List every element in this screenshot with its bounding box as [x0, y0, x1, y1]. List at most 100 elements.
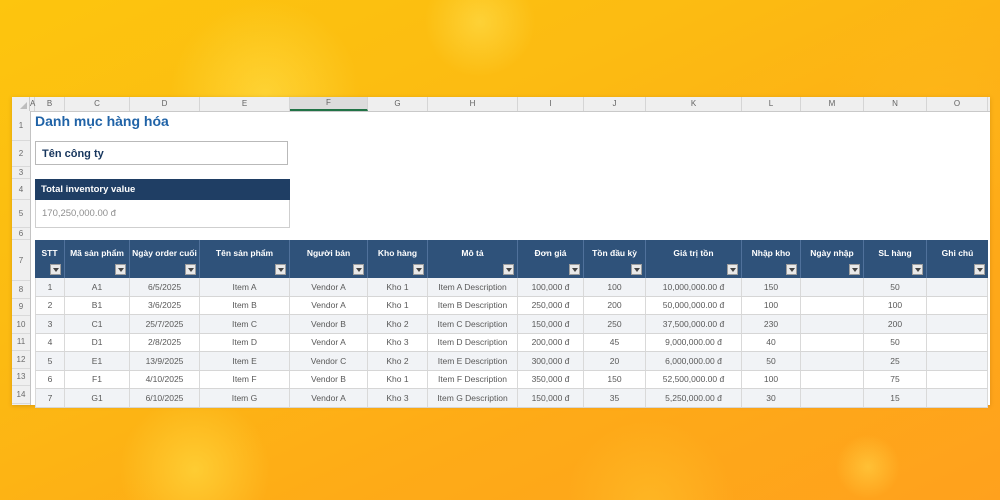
- table-cell[interactable]: 50,000,000.00 đ: [646, 296, 742, 314]
- table-cell[interactable]: 200: [864, 315, 927, 333]
- table-cell[interactable]: Item G Description: [428, 389, 518, 407]
- table-cell[interactable]: Item C: [200, 315, 290, 333]
- table-cell[interactable]: Vendor B: [290, 370, 368, 388]
- table-cell[interactable]: 50: [864, 278, 927, 296]
- table-cell[interactable]: Kho 3: [368, 333, 428, 351]
- filter-dropdown-icon[interactable]: [727, 264, 738, 275]
- table-cell[interactable]: E1: [65, 352, 130, 370]
- table-cell[interactable]: 4/10/2025: [130, 370, 200, 388]
- table-cell[interactable]: 100: [742, 296, 801, 314]
- table-header-cell[interactable]: Mô tả: [428, 240, 518, 278]
- table-cell[interactable]: 5,250,000.00 đ: [646, 389, 742, 407]
- table-cell[interactable]: 9,000,000.00 đ: [646, 333, 742, 351]
- table-cell[interactable]: 30: [742, 389, 801, 407]
- table-cell[interactable]: 150,000 đ: [518, 389, 584, 407]
- table-cell[interactable]: Kho 3: [368, 389, 428, 407]
- column-header-c[interactable]: C: [65, 97, 130, 111]
- table-cell[interactable]: 3: [35, 315, 65, 333]
- table-header-cell[interactable]: SL hàng: [864, 240, 927, 278]
- column-header-l[interactable]: L: [742, 97, 801, 111]
- filter-dropdown-icon[interactable]: [275, 264, 286, 275]
- filter-dropdown-icon[interactable]: [631, 264, 642, 275]
- column-header-m[interactable]: M: [801, 97, 864, 111]
- table-cell[interactable]: Kho 2: [368, 315, 428, 333]
- table-cell[interactable]: Vendor A: [290, 278, 368, 296]
- table-cell[interactable]: 10,000,000.00 đ: [646, 278, 742, 296]
- table-cell[interactable]: 75: [864, 370, 927, 388]
- table-cell[interactable]: 300,000 đ: [518, 352, 584, 370]
- table-cell[interactable]: 200,000 đ: [518, 333, 584, 351]
- row-header-11[interactable]: 11: [12, 334, 30, 351]
- filter-dropdown-icon[interactable]: [786, 264, 797, 275]
- filter-dropdown-icon[interactable]: [413, 264, 424, 275]
- filter-dropdown-icon[interactable]: [353, 264, 364, 275]
- table-cell[interactable]: 6,000,000.00 đ: [646, 352, 742, 370]
- filter-dropdown-icon[interactable]: [503, 264, 514, 275]
- table-cell[interactable]: 5: [35, 352, 65, 370]
- column-header-i[interactable]: I: [518, 97, 584, 111]
- table-cell[interactable]: 50: [742, 352, 801, 370]
- column-header-j[interactable]: J: [584, 97, 646, 111]
- table-cell[interactable]: 35: [584, 389, 646, 407]
- table-cell[interactable]: Item D: [200, 333, 290, 351]
- row-header-9[interactable]: 9: [12, 299, 30, 316]
- table-header-cell[interactable]: Nhập kho: [742, 240, 801, 278]
- table-cell[interactable]: 4: [35, 333, 65, 351]
- row-header-3[interactable]: 3: [12, 167, 30, 179]
- row-header-7[interactable]: 7: [12, 240, 30, 281]
- table-cell[interactable]: 100: [584, 278, 646, 296]
- row-header-12[interactable]: 12: [12, 351, 30, 369]
- filter-dropdown-icon[interactable]: [849, 264, 860, 275]
- table-cell[interactable]: 200: [584, 296, 646, 314]
- table-cell[interactable]: 150,000 đ: [518, 315, 584, 333]
- filter-dropdown-icon[interactable]: [974, 264, 985, 275]
- table-cell[interactable]: 25/7/2025: [130, 315, 200, 333]
- table-cell[interactable]: Kho 1: [368, 370, 428, 388]
- column-header-n[interactable]: N: [864, 97, 927, 111]
- table-cell[interactable]: [801, 370, 864, 388]
- table-cell[interactable]: Item C Description: [428, 315, 518, 333]
- table-cell[interactable]: [801, 352, 864, 370]
- row-header-2[interactable]: 2: [12, 141, 30, 167]
- table-cell[interactable]: 2: [35, 296, 65, 314]
- table-cell[interactable]: 13/9/2025: [130, 352, 200, 370]
- filter-dropdown-icon[interactable]: [50, 264, 61, 275]
- table-cell[interactable]: [927, 296, 988, 314]
- table-cell[interactable]: [927, 370, 988, 388]
- table-cell[interactable]: B1: [65, 296, 130, 314]
- table-cell[interactable]: 20: [584, 352, 646, 370]
- table-cell[interactable]: [927, 333, 988, 351]
- table-cell[interactable]: 6/10/2025: [130, 389, 200, 407]
- table-cell[interactable]: G1: [65, 389, 130, 407]
- table-cell[interactable]: Item B: [200, 296, 290, 314]
- table-cell[interactable]: [927, 278, 988, 296]
- table-cell[interactable]: 7: [35, 389, 65, 407]
- table-cell[interactable]: 250,000 đ: [518, 296, 584, 314]
- column-header-k[interactable]: K: [646, 97, 742, 111]
- row-header-14[interactable]: 14: [12, 386, 30, 404]
- table-cell[interactable]: [801, 296, 864, 314]
- table-cell[interactable]: Item B Description: [428, 296, 518, 314]
- select-all-corner[interactable]: [12, 97, 30, 111]
- table-header-cell[interactable]: Tên sản phẩm: [200, 240, 290, 278]
- row-header-5[interactable]: 5: [12, 200, 30, 228]
- table-cell[interactable]: Item F: [200, 370, 290, 388]
- table-cell[interactable]: Item F Description: [428, 370, 518, 388]
- table-cell[interactable]: 45: [584, 333, 646, 351]
- row-header-8[interactable]: 8: [12, 281, 30, 299]
- table-cell[interactable]: 150: [742, 278, 801, 296]
- filter-dropdown-icon[interactable]: [185, 264, 196, 275]
- table-cell[interactable]: 15: [864, 389, 927, 407]
- table-cell[interactable]: 37,500,000.00 đ: [646, 315, 742, 333]
- filter-dropdown-icon[interactable]: [912, 264, 923, 275]
- column-header-g[interactable]: G: [368, 97, 428, 111]
- table-header-cell[interactable]: Đơn giá: [518, 240, 584, 278]
- table-cell[interactable]: Vendor A: [290, 333, 368, 351]
- table-cell[interactable]: [801, 278, 864, 296]
- filter-dropdown-icon[interactable]: [569, 264, 580, 275]
- table-header-cell[interactable]: Tồn đầu kỳ: [584, 240, 646, 278]
- table-cell[interactable]: Vendor A: [290, 389, 368, 407]
- table-cell[interactable]: 25: [864, 352, 927, 370]
- table-cell[interactable]: Item E Description: [428, 352, 518, 370]
- table-cell[interactable]: 6: [35, 370, 65, 388]
